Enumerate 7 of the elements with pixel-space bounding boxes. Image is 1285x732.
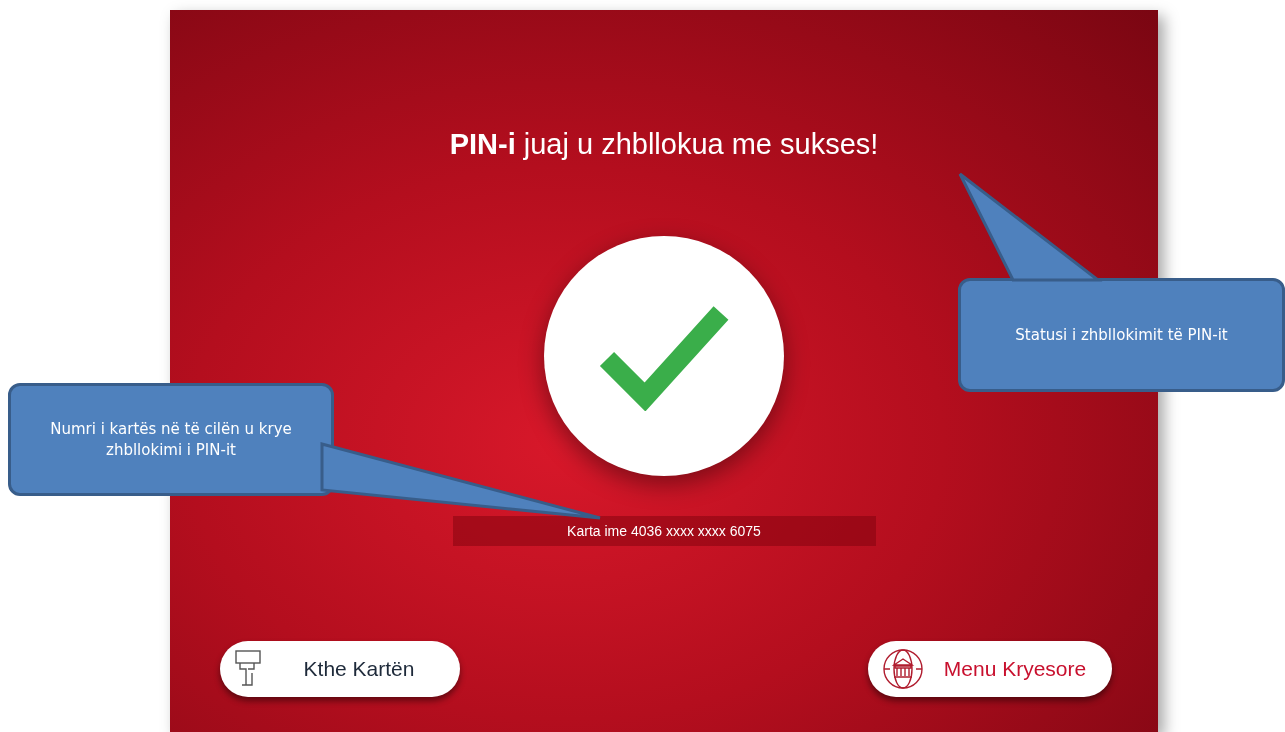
bank-globe-icon [882,648,924,690]
main-menu-button[interactable]: Menu Kryesore [868,641,1112,697]
callout: Numri i kartës në të cilën u krye zhbllokimi i PIN-it [8,383,334,496]
status-title: PIN-i juaj u zhbllokua me sukses! [449,128,879,161]
card-reader-icon [234,649,264,689]
card-number-text: Karta ime 4036 xxxx xxxx 6075 [452,516,876,546]
return-card-button[interactable]: Kthe Kartën [220,641,460,697]
